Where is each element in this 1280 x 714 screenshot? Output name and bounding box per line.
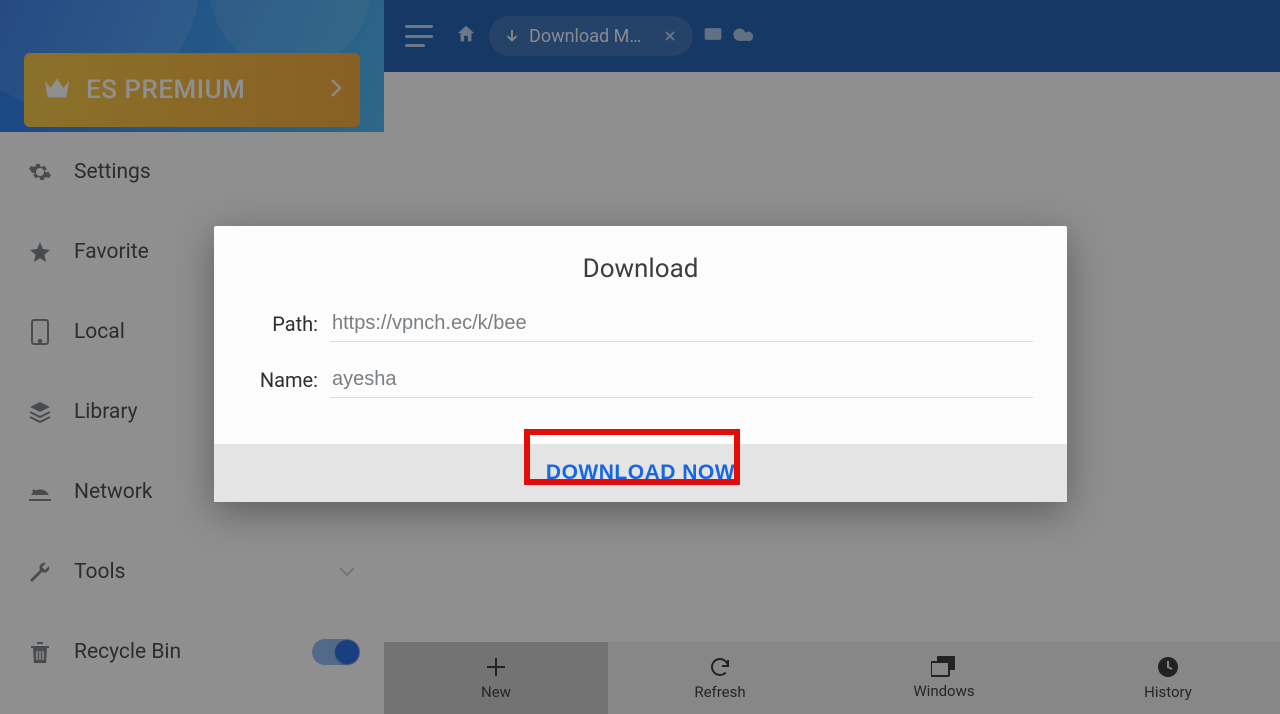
dialog-actions: DOWNLOAD NOW (214, 444, 1067, 502)
name-input[interactable] (330, 362, 1033, 398)
path-input[interactable] (330, 306, 1033, 342)
app-root: Download Ma… ES PREMIUM Settings Fav (0, 0, 1280, 714)
download-now-button[interactable]: DOWNLOAD NOW (524, 451, 757, 495)
download-dialog: Download Path: Name: DOWNLOAD NOW (214, 226, 1067, 502)
name-label: Name: (248, 368, 318, 392)
dialog-title: Download (214, 226, 1067, 306)
path-label: Path: (248, 312, 318, 336)
